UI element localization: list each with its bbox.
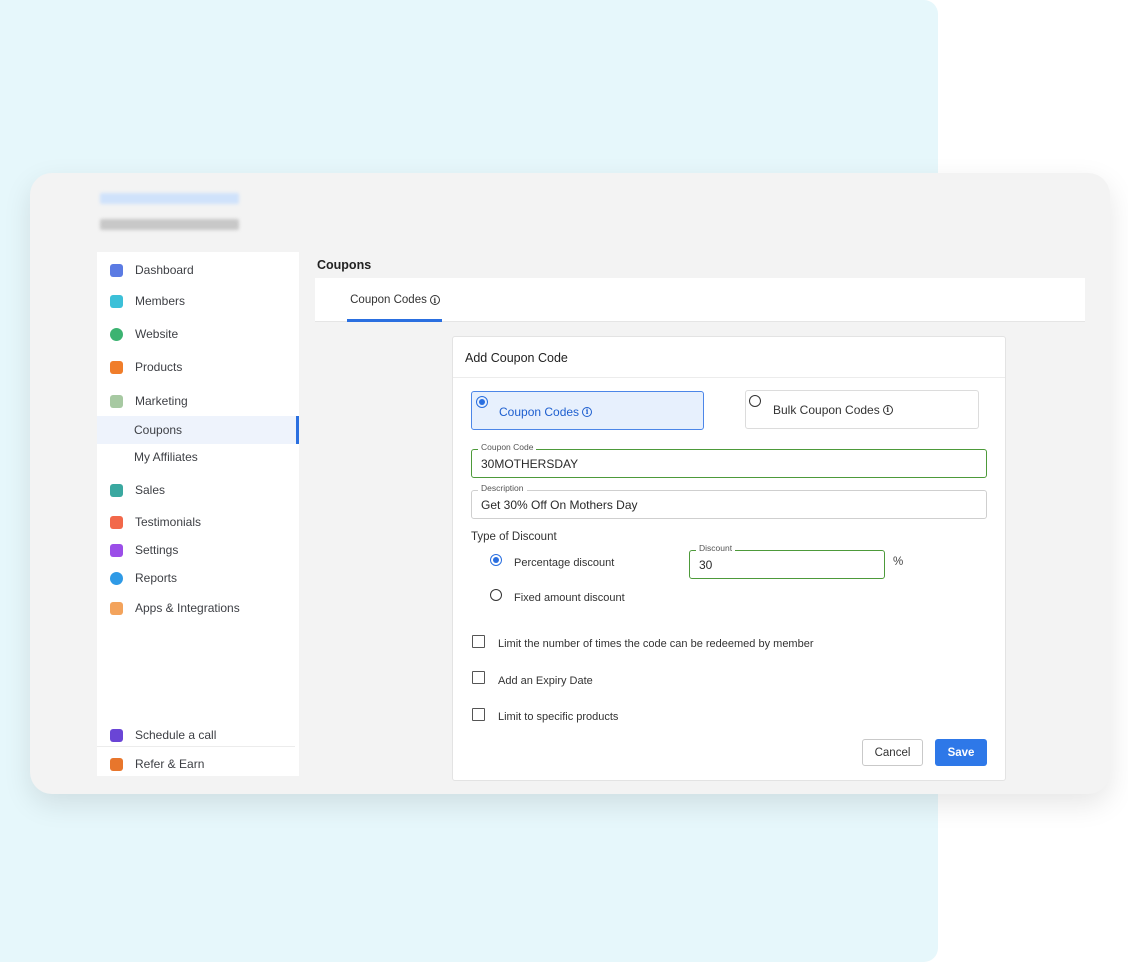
sidebar-item-label: Reports xyxy=(135,571,178,585)
limit-redeem-label: Limit the number of times the code can b… xyxy=(498,638,814,650)
option-label: Coupon Codes xyxy=(499,404,580,419)
calendar-icon xyxy=(110,728,123,742)
sidebar-item-label: Sales xyxy=(135,483,166,497)
active-tab-indicator xyxy=(347,319,442,322)
blurred-subheader-bar xyxy=(100,219,239,230)
radio-unselected-icon[interactable] xyxy=(749,395,761,407)
add-coupon-dialog: Add Coupon Code Coupon Codes i Bulk Coup… xyxy=(452,336,1006,781)
option-label: Bulk Coupon Codes xyxy=(773,402,880,417)
sidebar-item-label: Apps & Integrations xyxy=(135,601,240,615)
sidebar: Dashboard Members Website Products Marke… xyxy=(97,252,299,776)
discount-field[interactable]: Discount 30 xyxy=(689,544,885,579)
radio-selected-icon[interactable] xyxy=(476,396,488,408)
dialog-divider xyxy=(453,377,1005,378)
page-title: Coupons xyxy=(317,258,372,272)
sidebar-item-coupons[interactable]: Coupons xyxy=(97,416,299,444)
info-icon: i xyxy=(882,404,893,415)
sidebar-item-label: Marketing xyxy=(135,394,188,408)
radio-percentage-icon[interactable] xyxy=(490,554,502,566)
sidebar-item-label: Dashboard xyxy=(135,263,194,277)
sidebar-item-label: Refer & Earn xyxy=(135,757,205,771)
sidebar-divider xyxy=(97,746,295,747)
sidebar-item-label: Settings xyxy=(135,543,179,557)
expiry-date-label: Add an Expiry Date xyxy=(498,675,593,687)
description-value: Get 30% Off On Mothers Day xyxy=(481,497,638,512)
chart-icon xyxy=(110,483,123,497)
dashboard-icon xyxy=(110,263,123,277)
sidebar-item-testimonials[interactable]: Testimonials xyxy=(97,509,299,535)
globe-icon xyxy=(110,327,123,341)
coupon-code-label: Coupon Code xyxy=(478,443,537,452)
percentage-discount-label: Percentage discount xyxy=(514,557,615,569)
sidebar-item-label: Testimonials xyxy=(135,515,202,529)
sidebar-item-products[interactable]: Products xyxy=(97,354,299,380)
description-label: Description xyxy=(478,484,527,493)
checkbox-limit-redeem[interactable] xyxy=(472,635,485,648)
refer-earn-link[interactable]: Refer & Earn xyxy=(97,751,299,777)
coupon-code-value: 30MOTHERSDAY xyxy=(481,456,579,471)
radio-fixed-amount-icon[interactable] xyxy=(490,589,502,601)
sidebar-item-reports[interactable]: Reports xyxy=(97,565,299,591)
members-icon xyxy=(110,294,123,308)
sidebar-item-website[interactable]: Website xyxy=(97,321,299,347)
sidebar-item-label: Coupons xyxy=(134,423,183,437)
discount-type-heading: Type of Discount xyxy=(471,531,557,543)
info-icon: i xyxy=(429,295,440,305)
option-bulk-coupon-codes[interactable]: Bulk Coupon Codes i xyxy=(745,390,979,429)
checkbox-expiry-date[interactable] xyxy=(472,671,485,684)
percent-sign: % xyxy=(893,556,904,568)
sidebar-item-sales[interactable]: Sales xyxy=(97,477,299,503)
schedule-call-link[interactable]: Schedule a call xyxy=(97,722,299,748)
sidebar-item-label: Products xyxy=(135,360,183,374)
sidebar-item-label: Members xyxy=(135,294,186,308)
gift-icon xyxy=(110,757,123,771)
fixed-amount-discount-label: Fixed amount discount xyxy=(514,592,625,604)
star-icon xyxy=(110,515,123,529)
info-icon: i xyxy=(582,406,593,417)
discount-label: Discount xyxy=(696,544,736,553)
blurred-header-bar xyxy=(100,193,239,204)
option-coupon-codes[interactable]: Coupon Codes i xyxy=(471,391,704,430)
book-icon xyxy=(110,360,123,374)
app-window: Dashboard Members Website Products Marke… xyxy=(30,173,1110,794)
tab-label: Coupon Codes xyxy=(350,294,427,306)
description-field[interactable]: Description Get 30% Off On Mothers Day xyxy=(471,484,987,519)
specific-products-label: Limit to specific products xyxy=(498,711,619,723)
discount-value: 30 xyxy=(699,557,713,572)
sidebar-item-dashboard[interactable]: Dashboard xyxy=(97,257,299,283)
sidebar-item-marketing[interactable]: Marketing xyxy=(97,388,299,414)
marketing-icon xyxy=(110,394,123,408)
sidebar-item-label: My Affiliates xyxy=(134,450,198,464)
sidebar-item-my-affiliates[interactable]: My Affiliates xyxy=(97,444,299,470)
main-content: Coupons Coupon Codes i Add Coupon Code C… xyxy=(315,252,1085,781)
tab-coupon-codes[interactable]: Coupon Codes i xyxy=(347,278,443,322)
gear-icon xyxy=(110,543,123,557)
tab-bar: Coupon Codes i xyxy=(315,278,1085,322)
reports-icon xyxy=(110,571,123,585)
dialog-title: Add Coupon Code xyxy=(465,351,568,365)
sidebar-item-apps-integrations[interactable]: Apps & Integrations xyxy=(97,595,299,621)
coupon-code-field[interactable]: Coupon Code 30MOTHERSDAY xyxy=(471,443,987,478)
sidebar-item-label: Schedule a call xyxy=(135,728,217,742)
save-button[interactable]: Save xyxy=(935,739,987,766)
sidebar-item-label: Website xyxy=(135,327,179,341)
sidebar-item-members[interactable]: Members xyxy=(97,288,299,314)
apps-icon xyxy=(110,601,123,615)
cancel-button[interactable]: Cancel xyxy=(862,739,923,766)
sidebar-item-settings[interactable]: Settings xyxy=(97,537,299,563)
checkbox-specific-products[interactable] xyxy=(472,708,485,721)
